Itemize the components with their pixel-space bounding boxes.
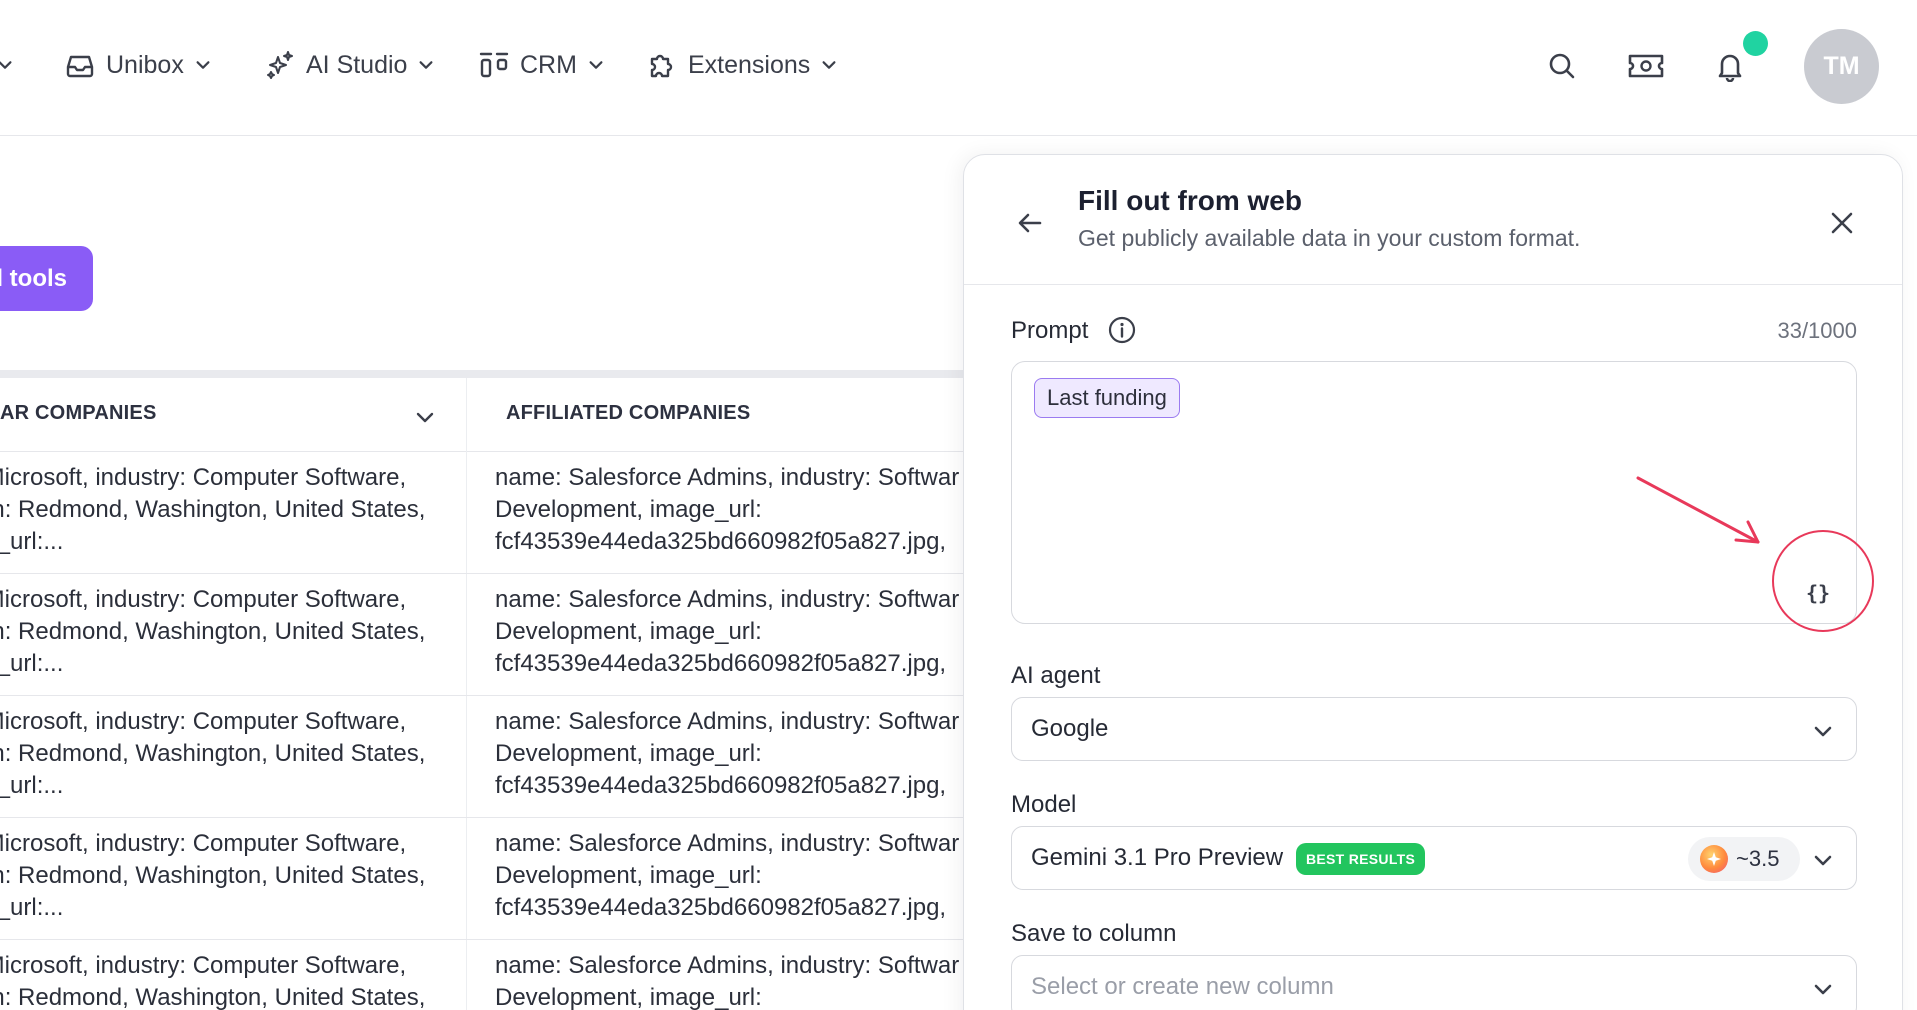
ai-agent-label: AI agent (1011, 662, 1101, 689)
prompt-label: Prompt (1011, 317, 1089, 344)
nav-extensions-label: Extensions (688, 50, 811, 79)
nav-ai-studio-label: AI Studio (306, 50, 408, 79)
top-navigation: Unibox AI Studio CRM Extensions TM (0, 0, 1917, 136)
nav-prev-chevron[interactable] (0, 44, 14, 86)
table-cell: Microsoft, industry: Computer Software, … (0, 952, 426, 1010)
save-to-column-placeholder: Select or create new column (1031, 973, 1334, 1000)
nav-crm[interactable]: CRM (478, 44, 605, 86)
table-cell: Microsoft, industry: Computer Software, … (0, 708, 426, 799)
table-row[interactable]: Microsoft, industry: Computer Software, … (0, 574, 970, 696)
ai-agent-select[interactable]: Google (1011, 697, 1857, 761)
search-icon (1549, 53, 1575, 79)
nav-extensions[interactable]: Extensions (646, 44, 838, 86)
model-select[interactable]: Gemini 3.1 Pro Preview BEST RESULTS ~3.5 (1011, 826, 1857, 890)
chevron-down-icon (1814, 984, 1832, 995)
column-header-affiliated-companies[interactable]: AFFILIATED COMPANIES (506, 402, 750, 425)
credit-cost-value: ~3.5 (1736, 846, 1780, 871)
chevron-down-icon (0, 61, 12, 69)
table-cell: name: Salesforce Admins, industry: Softw… (495, 586, 960, 677)
model-label: Model (1011, 791, 1077, 818)
chevron-down-icon (1814, 855, 1832, 866)
panel-subtitle: Get publicly available data in your cust… (1078, 225, 1581, 251)
column-header-similar-companies[interactable]: AR COMPANIES (0, 402, 156, 425)
notification-badge (1743, 31, 1768, 56)
table-cell: name: Salesforce Admins, industry: Softw… (495, 830, 960, 921)
nav-ai-studio[interactable]: AI Studio (264, 44, 435, 86)
arrow-left-icon (1018, 213, 1042, 233)
search-button[interactable] (1540, 44, 1584, 88)
variable-chip[interactable]: Last funding (1034, 378, 1180, 418)
chevron-down-icon (1814, 726, 1832, 737)
table-cell: name: Salesforce Admins, industry: Softw… (495, 952, 960, 1010)
tools-button[interactable]: l tools (0, 246, 93, 311)
prompt-char-counter: 33/1000 (1777, 318, 1857, 343)
credit-cost-pill: ~3.5 (1688, 837, 1800, 881)
nav-unibox-label: Unibox (106, 50, 184, 79)
table-row[interactable]: Microsoft, industry: Computer Software, … (0, 940, 970, 1010)
chevron-down-icon (822, 61, 836, 69)
sparkles-icon (267, 51, 293, 79)
best-results-badge: BEST RESULTS (1296, 843, 1426, 875)
nav-unibox[interactable]: Unibox (64, 44, 212, 86)
nav-crm-label: CRM (520, 50, 577, 79)
ticket-button[interactable] (1624, 44, 1668, 88)
table-row[interactable]: Microsoft, industry: Computer Software, … (0, 818, 970, 940)
save-to-column-label: Save to column (1011, 920, 1177, 947)
back-button[interactable] (1012, 205, 1048, 241)
table-cell: name: Salesforce Admins, industry: Softw… (495, 464, 960, 555)
annotation-arrow-icon (1636, 476, 1760, 544)
chevron-down-icon (589, 61, 603, 69)
puzzle-icon (650, 54, 673, 78)
credits-icon (1700, 845, 1728, 873)
panel-header: Fill out from web Get publicly available… (964, 155, 1902, 285)
chevron-down-icon (196, 61, 210, 69)
crm-columns-icon (479, 52, 509, 78)
close-icon (1831, 212, 1853, 234)
chevron-down-icon (419, 61, 433, 69)
annotation-circle (1772, 530, 1874, 632)
fill-out-from-web-panel: Fill out from web Get publicly available… (963, 154, 1903, 1010)
table-cell: Microsoft, industry: Computer Software, … (0, 586, 426, 677)
save-to-column-select[interactable]: Select or create new column (1011, 955, 1857, 1010)
bell-icon (1718, 54, 1742, 82)
table-row[interactable]: Microsoft, industry: Computer Software, … (0, 696, 970, 818)
panel-title: Fill out from web (1078, 185, 1302, 216)
info-icon[interactable] (1107, 315, 1137, 345)
model-value: Gemini 3.1 Pro Preview (1031, 844, 1284, 871)
close-button[interactable] (1824, 205, 1860, 241)
chevron-down-icon[interactable] (414, 406, 436, 428)
table-cell: name: Salesforce Admins, industry: Softw… (495, 708, 960, 799)
table-scroll-track (0, 370, 970, 378)
table-row[interactable]: Microsoft, industry: Computer Software, … (0, 452, 970, 574)
ai-agent-value: Google (1031, 715, 1109, 742)
avatar[interactable]: TM (1804, 29, 1879, 104)
table-cell: Microsoft, industry: Computer Software, … (0, 830, 426, 921)
table-header: AR COMPANIES AFFILIATED COMPANIES (0, 378, 970, 452)
table-cell: Microsoft, industry: Computer Software, … (0, 464, 426, 555)
ticket-icon (1628, 54, 1664, 78)
inbox-icon (66, 55, 94, 78)
